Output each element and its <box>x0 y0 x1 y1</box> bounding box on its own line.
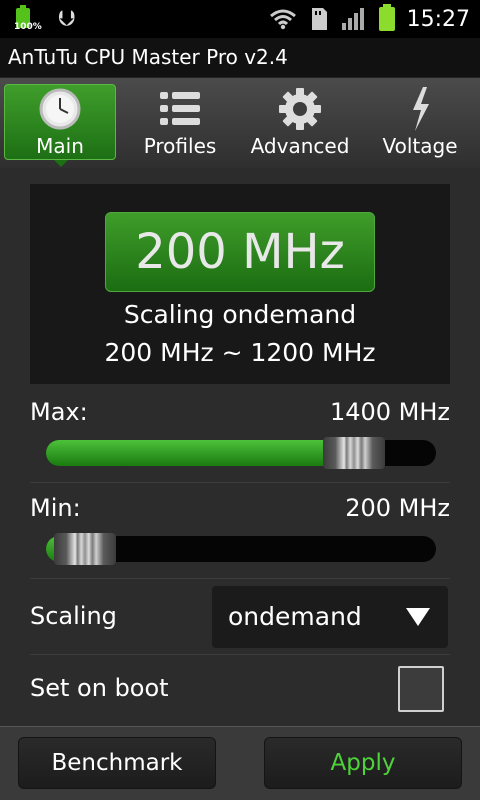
tab-main[interactable]: Main <box>0 78 120 168</box>
set-on-boot-checkbox[interactable] <box>398 666 444 712</box>
tab-profiles-label: Profiles <box>143 134 217 158</box>
max-value: 1400 MHz <box>329 398 450 426</box>
battery-percent: 100% <box>14 22 42 32</box>
tab-advanced-label: Advanced <box>250 134 350 158</box>
app-title-bar: AnTuTu CPU Master Pro v2.4 <box>0 38 480 78</box>
tab-voltage[interactable]: Voltage <box>360 78 480 168</box>
tab-bar: Main Profiles Advanced Voltage <box>0 78 480 168</box>
apply-button[interactable]: Apply <box>264 737 462 789</box>
benchmark-button[interactable]: Benchmark <box>18 737 216 789</box>
frequency-panel: 200 MHz Scaling ondemand 200 MHz ~ 1200 … <box>30 184 450 384</box>
active-tab-pointer <box>54 160 68 167</box>
bottom-button-bar: Benchmark Apply <box>0 726 480 800</box>
governor-text: Scaling ondemand <box>123 300 357 329</box>
clock-icon <box>39 88 81 130</box>
max-slider-fill <box>46 440 354 466</box>
dropdown-arrow-icon <box>406 608 430 626</box>
status-bar: 100% ⮋ 15:27 <box>0 0 480 38</box>
tab-advanced[interactable]: Advanced <box>240 78 360 168</box>
wifi-icon <box>269 9 296 30</box>
signal-icon <box>341 8 364 30</box>
battery-icon <box>378 4 395 31</box>
divider <box>30 654 450 655</box>
min-slider-thumb[interactable] <box>54 533 116 565</box>
min-frequency-slider[interactable] <box>46 533 436 565</box>
main-panel: 200 MHz Scaling ondemand 200 MHz ~ 1200 … <box>0 168 480 726</box>
min-value: 200 MHz <box>345 494 450 522</box>
gear-icon <box>279 88 321 130</box>
tab-voltage-label: Voltage <box>382 134 458 158</box>
app-title: AnTuTu CPU Master Pro v2.4 <box>8 45 288 69</box>
scaling-selected-value: ondemand <box>228 602 362 631</box>
tab-main-label: Main <box>36 134 84 158</box>
current-frequency-display: 200 MHz <box>105 212 375 292</box>
scaling-label: Scaling <box>30 602 117 630</box>
battery-icon: 100% <box>12 4 42 34</box>
clock: 15:27 <box>406 6 470 32</box>
lightning-icon <box>413 87 429 131</box>
min-label: Min: <box>30 494 81 522</box>
max-frequency-slider[interactable] <box>46 437 436 469</box>
set-on-boot-label: Set on boot <box>30 674 169 702</box>
scaling-governor-dropdown[interactable]: ondemand <box>212 586 448 648</box>
divider <box>30 578 450 579</box>
list-icon <box>160 92 200 125</box>
divider <box>30 482 450 483</box>
sd-card-icon <box>311 8 327 30</box>
max-slider-thumb[interactable] <box>323 437 385 469</box>
max-label: Max: <box>30 398 88 426</box>
tab-profiles[interactable]: Profiles <box>120 78 240 168</box>
frequency-range-text: 200 MHz ~ 1200 MHz <box>104 338 376 367</box>
usb-icon: ⮋ <box>58 6 75 32</box>
